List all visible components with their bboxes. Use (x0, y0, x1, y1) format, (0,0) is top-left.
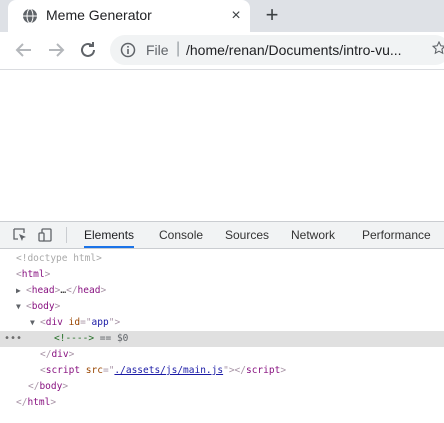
head-close-tag: head (77, 285, 101, 296)
script-src-link[interactable]: ./assets/js/main.js (114, 365, 223, 376)
address-bar[interactable]: File | /home/renan/Documents/intro-vu... (110, 35, 444, 65)
tab-elements[interactable]: Elements (84, 222, 135, 248)
device-toolbar-icon[interactable] (38, 227, 54, 243)
collapse-triangle-icon[interactable]: ▼ (30, 315, 40, 331)
browser-tab[interactable]: Meme Generator × (8, 0, 250, 32)
tab-performance[interactable]: Performance (362, 222, 431, 248)
scheme-label: File (146, 42, 169, 58)
tab-strip: Meme Generator × + (0, 0, 444, 32)
devtools-tab-bar: Elements Console Sources Network Perform… (0, 222, 444, 249)
doctype-text: <!doctype html> (16, 253, 102, 264)
info-icon[interactable] (120, 42, 136, 58)
dom-node-html-close[interactable]: </html> (0, 395, 444, 411)
body-tag: body (31, 301, 55, 312)
dom-node-doctype[interactable]: <!doctype html> (0, 251, 444, 267)
dom-node-script[interactable]: <script src="./assets/js/main.js"></scri… (0, 363, 444, 379)
reload-icon[interactable] (76, 38, 100, 62)
dom-node-comment[interactable]: ••• <!----> == $0 (0, 331, 444, 347)
script-close-tag: script (245, 365, 281, 376)
dom-node-div-app[interactable]: ▼ <div id="app"> (0, 315, 444, 331)
body-close-tag: body (39, 381, 63, 392)
tab-title: Meme Generator (46, 7, 152, 23)
tab-network[interactable]: Network (291, 222, 335, 248)
div-attr-name: id (68, 317, 81, 328)
div-close-tag: div (51, 349, 69, 360)
head-tag: head (31, 285, 55, 296)
star-icon[interactable] (432, 41, 444, 55)
inspect-element-icon[interactable] (12, 227, 28, 243)
script-tag: script (45, 365, 81, 376)
dom-node-head[interactable]: ▶ <head>…</head> (0, 283, 444, 299)
url-text[interactable]: /home/renan/Documents/intro-vu... (186, 42, 402, 58)
dom-node-body[interactable]: ▼ <body> (0, 299, 444, 315)
expand-triangle-icon[interactable]: ▶ (16, 283, 26, 299)
html-close-tag: html (27, 397, 51, 408)
globe-icon (23, 8, 37, 24)
dom-node-body-close[interactable]: </body> (0, 379, 444, 395)
plus-icon[interactable]: + (260, 4, 284, 28)
page-viewport (0, 70, 444, 221)
collapse-triangle-icon[interactable]: ▼ (16, 299, 26, 315)
html-tag: html (21, 269, 45, 280)
tab-console[interactable]: Console (159, 222, 203, 248)
close-icon[interactable]: × (227, 7, 245, 25)
devtools-panel: Elements Console Sources Network Perform… (0, 221, 444, 423)
div-attr-value: app (91, 317, 109, 328)
devtools-divider (66, 227, 67, 243)
dom-node-html[interactable]: <html> (0, 267, 444, 283)
browser-toolbar: File | /home/renan/Documents/intro-vu... (0, 32, 444, 70)
url-separator: | (176, 40, 181, 57)
back-arrow-icon[interactable] (12, 38, 36, 62)
more-options-icon[interactable]: ••• (4, 331, 22, 347)
forward-arrow-icon[interactable] (44, 38, 68, 62)
selected-marker: == $0 (99, 333, 129, 344)
dom-node-div-close[interactable]: </div> (0, 347, 444, 363)
tab-sources[interactable]: Sources (225, 222, 269, 248)
div-tag: div (45, 317, 63, 328)
comment-text: <!----> (54, 333, 95, 344)
script-attr-name: src (85, 365, 103, 376)
